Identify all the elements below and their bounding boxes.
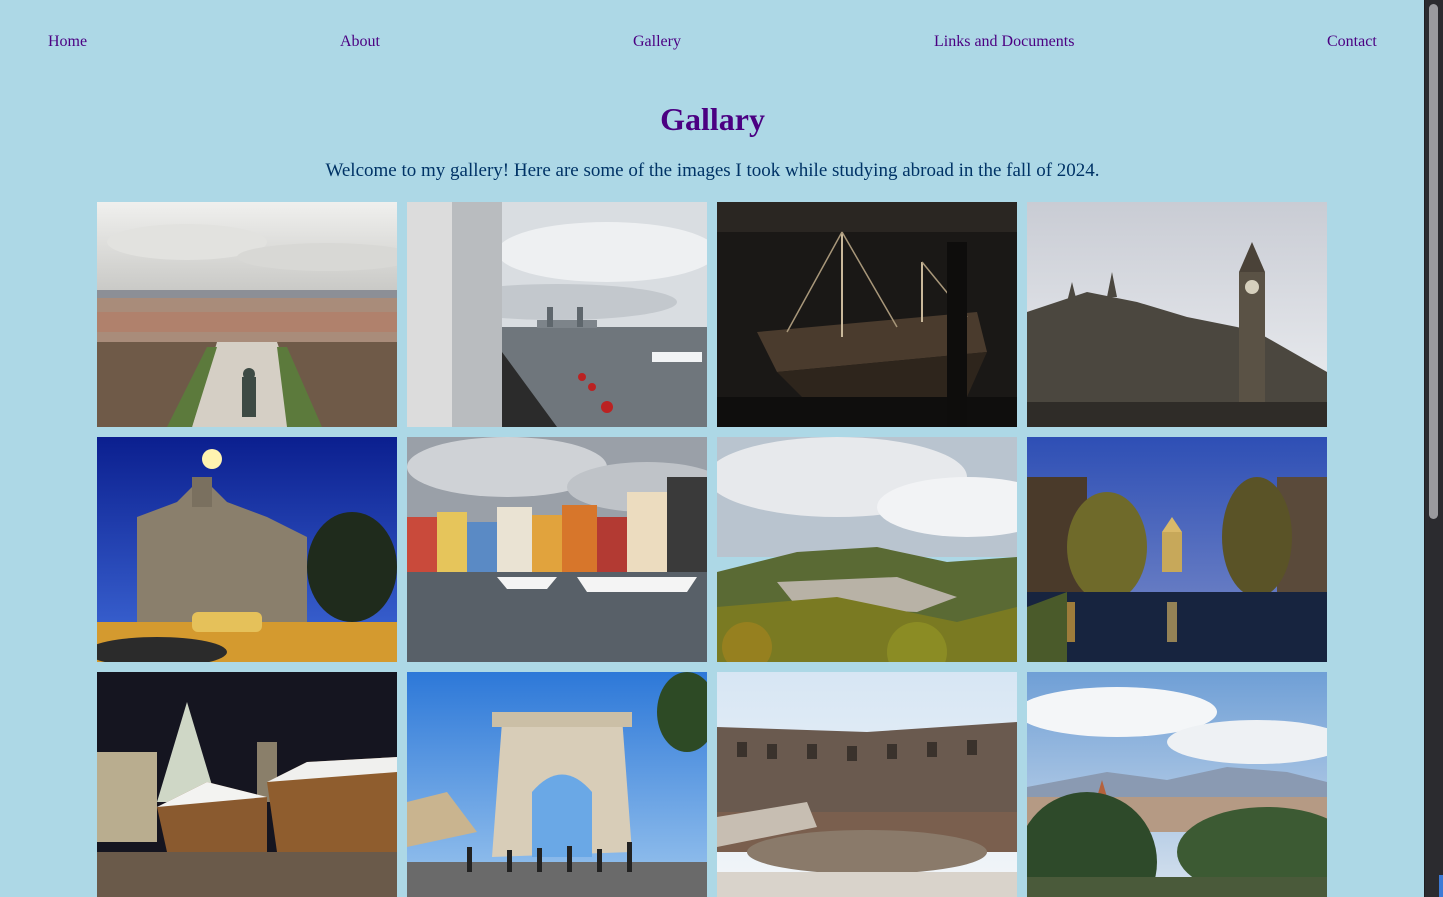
colorful-harbor-image <box>407 437 707 662</box>
triumphal-arch-image <box>407 672 707 897</box>
page-scrollbar[interactable] <box>1424 0 1443 897</box>
photo-church-night[interactable] <box>97 437 397 662</box>
photo-river-bridge[interactable] <box>407 202 707 427</box>
nav-gallery-link[interactable]: Gallery <box>633 30 681 54</box>
scrollbar-thumb[interactable] <box>1429 4 1438 519</box>
photo-city-overlook[interactable] <box>97 202 397 427</box>
city-panorama-image <box>1027 672 1327 897</box>
photo-canal-dusk[interactable] <box>1027 437 1327 662</box>
scrollbar-corner-accent <box>1439 875 1443 897</box>
photo-grid <box>97 202 1327 897</box>
colosseum-interior-image <box>717 672 1017 897</box>
nav-links-documents-link[interactable]: Links and Documents <box>934 30 1074 54</box>
photo-colorful-harbor[interactable] <box>407 437 707 662</box>
photo-colosseum-interior[interactable] <box>717 672 1017 897</box>
nav-contact-link[interactable]: Contact <box>1327 30 1377 54</box>
photo-city-panorama[interactable] <box>1027 672 1327 897</box>
river-bridge-image <box>407 202 707 427</box>
photo-museum-ship[interactable] <box>717 202 1017 427</box>
canal-dusk-image <box>1027 437 1327 662</box>
photo-parliament-clock-tower[interactable] <box>1027 202 1327 427</box>
forested-valley-image <box>717 437 1017 662</box>
church-night-image <box>97 437 397 662</box>
photo-forested-valley[interactable] <box>717 437 1017 662</box>
city-overlook-image <box>97 202 397 427</box>
parliament-clock-tower-image <box>1027 202 1327 427</box>
photo-triumphal-arch[interactable] <box>407 672 707 897</box>
christmas-market-image <box>97 672 397 897</box>
museum-ship-image <box>717 202 1017 427</box>
photo-christmas-market[interactable] <box>97 672 397 897</box>
top-navigation: Home About Gallery Links and Documents C… <box>0 30 1425 56</box>
gallery-intro-text: Welcome to my gallery! Here are some of … <box>325 160 1100 181</box>
page-title: Gallary <box>660 101 765 137</box>
nav-about-link[interactable]: About <box>340 30 380 54</box>
nav-home-link[interactable]: Home <box>48 30 87 54</box>
